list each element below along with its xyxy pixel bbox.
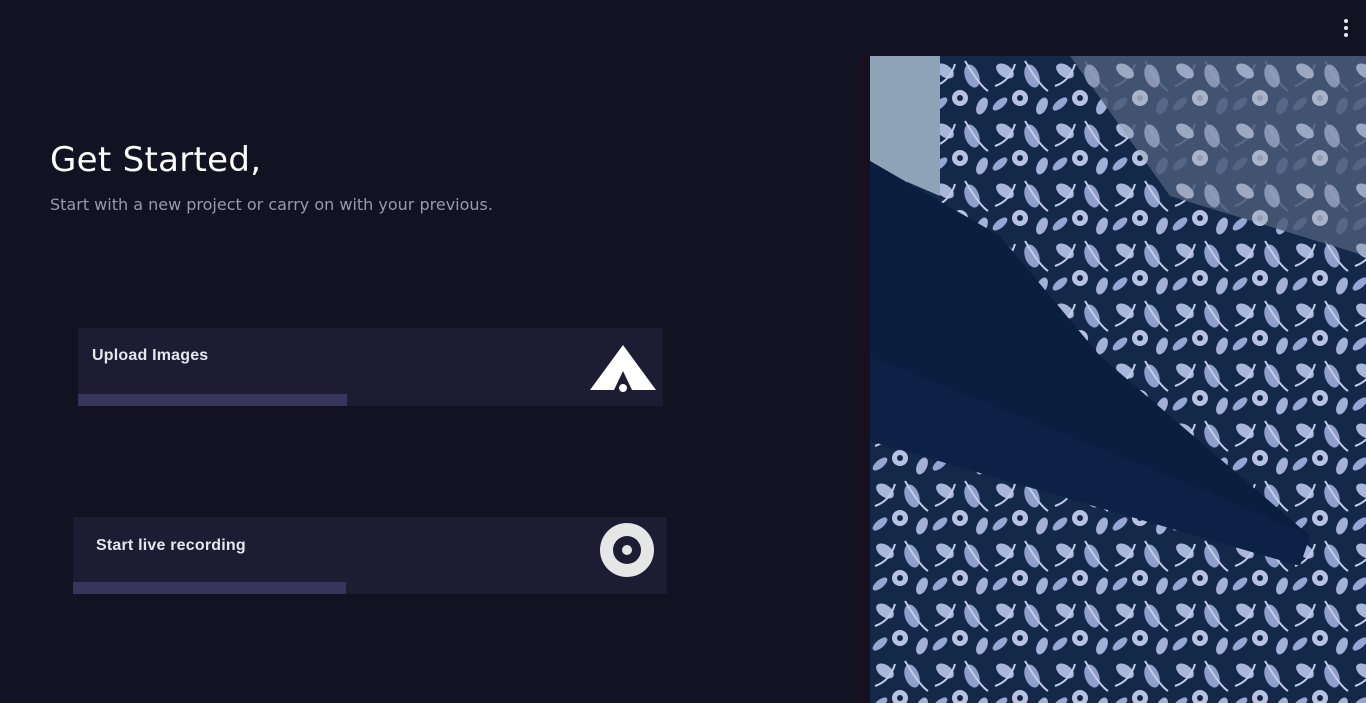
record-icon (600, 523, 654, 577)
recording-progress-bar (73, 582, 347, 594)
more-options-button[interactable] (1338, 16, 1354, 40)
upload-icon (590, 345, 656, 392)
hero-image (870, 56, 1366, 703)
upload-images-label: Upload Images (92, 347, 209, 364)
more-vertical-icon-dot (1344, 26, 1348, 30)
page-subtitle: Start with a new project or carry on wit… (50, 195, 493, 214)
start-live-recording-label: Start live recording (96, 537, 246, 554)
upload-images-button[interactable]: Upload Images (78, 328, 663, 406)
start-live-recording-button[interactable]: Start live recording (73, 517, 667, 594)
upload-progress-bar (78, 394, 348, 406)
more-vertical-icon-dot (1344, 33, 1348, 37)
hero-divider (860, 56, 870, 703)
more-vertical-icon (1344, 19, 1348, 23)
page-title: Get Started, (50, 140, 262, 180)
floral-fabric-image (870, 56, 1366, 703)
get-started-page: Get Started, Start with a new project or… (0, 0, 1366, 703)
